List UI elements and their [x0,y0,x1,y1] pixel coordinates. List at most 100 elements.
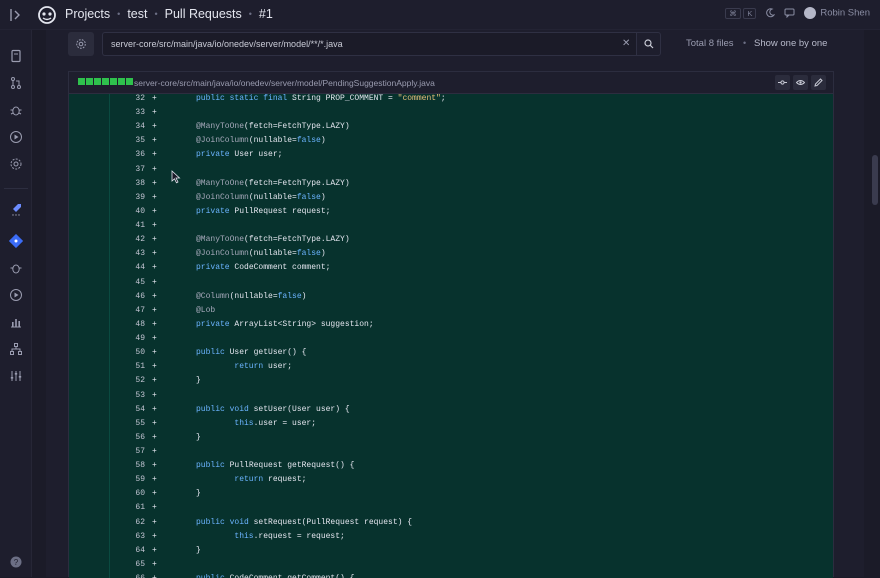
view-file-button[interactable] [793,75,808,90]
diff-toolbar: server-core/src/main/java/io/onedev/serv… [46,30,864,58]
code-text: @Lob [196,305,216,315]
diff-line: 35 + @JoinColumn(nullable=false) [69,134,833,148]
line-number[interactable]: 53 [110,389,145,403]
edit-file-button[interactable] [811,75,826,90]
code-text: public void setRequest(PullRequest reque… [196,517,413,527]
line-number[interactable]: 58 [110,459,145,473]
onedev-logo-icon[interactable] [37,5,57,25]
line-number[interactable]: 49 [110,332,145,346]
added-line-marker: + [152,136,157,146]
line-number[interactable]: 37 [110,163,145,177]
line-number[interactable]: 46 [110,290,145,304]
line-number[interactable]: 39 [110,191,145,205]
line-number[interactable]: 56 [110,431,145,445]
code-text: private ArrayList<String> suggestion; [196,319,374,329]
line-number[interactable]: 55 [110,417,145,431]
added-line-marker: + [152,319,157,329]
breadcrumb-projects[interactable]: Projects [65,7,110,21]
line-number[interactable]: 57 [110,445,145,459]
mouse-cursor-icon [171,170,181,184]
sidebar-toggle-icon[interactable] [8,7,24,23]
files-icon[interactable] [9,49,23,63]
diff-line: 61 + [69,501,833,515]
builds-play-icon[interactable] [9,130,23,144]
line-number[interactable]: 33 [110,106,145,120]
added-line-marker: + [152,572,157,578]
code-text: private User user; [196,150,283,160]
command-palette-shortcut[interactable]: ⌘ K [725,7,757,19]
chat-icon[interactable] [784,8,795,18]
added-line-marker: + [152,150,157,160]
dark-mode-icon[interactable] [765,8,776,18]
settings-gear-icon[interactable] [9,157,23,171]
added-line-marker: + [152,291,157,301]
line-number[interactable]: 64 [110,544,145,558]
line-number[interactable]: 54 [110,403,145,417]
line-number[interactable]: 60 [110,487,145,501]
pull-request-active-icon[interactable] [9,234,23,248]
page-scrollbar-thumb[interactable] [872,155,878,205]
breadcrumb-project[interactable]: test [127,7,147,21]
added-line-marker: + [152,164,157,174]
line-number[interactable]: 62 [110,516,145,530]
code-text: @JoinColumn(nullable=false) [196,136,326,146]
issues-icon[interactable] [9,261,23,275]
added-line-marker: + [152,263,157,273]
line-number[interactable]: 65 [110,558,145,572]
diff-stat-added-block [126,78,133,85]
line-number[interactable]: 45 [110,276,145,290]
line-number[interactable]: 47 [110,304,145,318]
line-number[interactable]: 50 [110,346,145,360]
line-number[interactable]: 63 [110,530,145,544]
diff-file-name[interactable]: server-core/src/main/java/io/onedev/serv… [134,78,435,88]
show-one-by-one-link[interactable]: Show one by one [754,38,827,49]
diff-line: 56 +} [69,431,833,445]
added-line-marker: + [152,475,157,485]
pull-requests-icon[interactable] [9,76,23,90]
path-filter-input[interactable]: server-core/src/main/java/io/onedev/serv… [102,32,637,56]
code-text: @Column(nullable=false) [196,291,307,301]
issues-bug-icon[interactable] [9,103,23,117]
statistics-chart-icon[interactable] [9,315,23,329]
user-menu[interactable]: Robin Shen [804,7,870,19]
line-number[interactable]: 44 [110,261,145,275]
user-name: Robin Shen [820,7,870,19]
added-line-marker: + [152,206,157,216]
diff-line: 45 + [69,276,833,290]
clear-filter-icon[interactable]: ✕ [622,38,630,49]
line-number[interactable]: 40 [110,205,145,219]
builds-icon[interactable] [9,288,23,302]
line-number[interactable]: 59 [110,473,145,487]
commit-diff-button[interactable] [775,75,790,90]
breadcrumb-separator: • [248,9,252,19]
line-number[interactable]: 66 [110,572,145,578]
line-number[interactable]: 41 [110,219,145,233]
code-text: this.request = request; [234,531,345,541]
sliders-icon[interactable] [9,369,23,383]
breadcrumb-pull-requests[interactable]: Pull Requests [165,7,242,21]
kbd-k: K [743,7,757,19]
added-line-marker: + [152,277,157,287]
line-number[interactable]: 32 [110,94,145,106]
line-number[interactable]: 38 [110,177,145,191]
help-icon[interactable]: ? [9,555,23,569]
line-number[interactable]: 48 [110,318,145,332]
project-rocket-icon[interactable] [9,202,23,216]
diff-code-area: 32 + public static final String PROP_COMME… [69,94,833,578]
page-scrollbar[interactable] [870,30,880,577]
added-line-marker: + [152,531,157,541]
line-number[interactable]: 35 [110,134,145,148]
line-number[interactable]: 51 [110,360,145,374]
search-button[interactable] [636,32,661,56]
code-text: } [196,376,201,386]
line-number[interactable]: 36 [110,148,145,162]
breadcrumb-pull-request-number[interactable]: #1 [259,7,273,21]
line-number[interactable]: 61 [110,501,145,515]
line-number[interactable]: 42 [110,233,145,247]
line-number[interactable]: 43 [110,247,145,261]
diff-options-button[interactable] [68,32,94,56]
line-number[interactable]: 34 [110,120,145,134]
hierarchy-icon[interactable] [9,342,23,356]
diff-line: 62 + public void setRequest(PullRequest re… [69,516,833,530]
line-number[interactable]: 52 [110,374,145,388]
